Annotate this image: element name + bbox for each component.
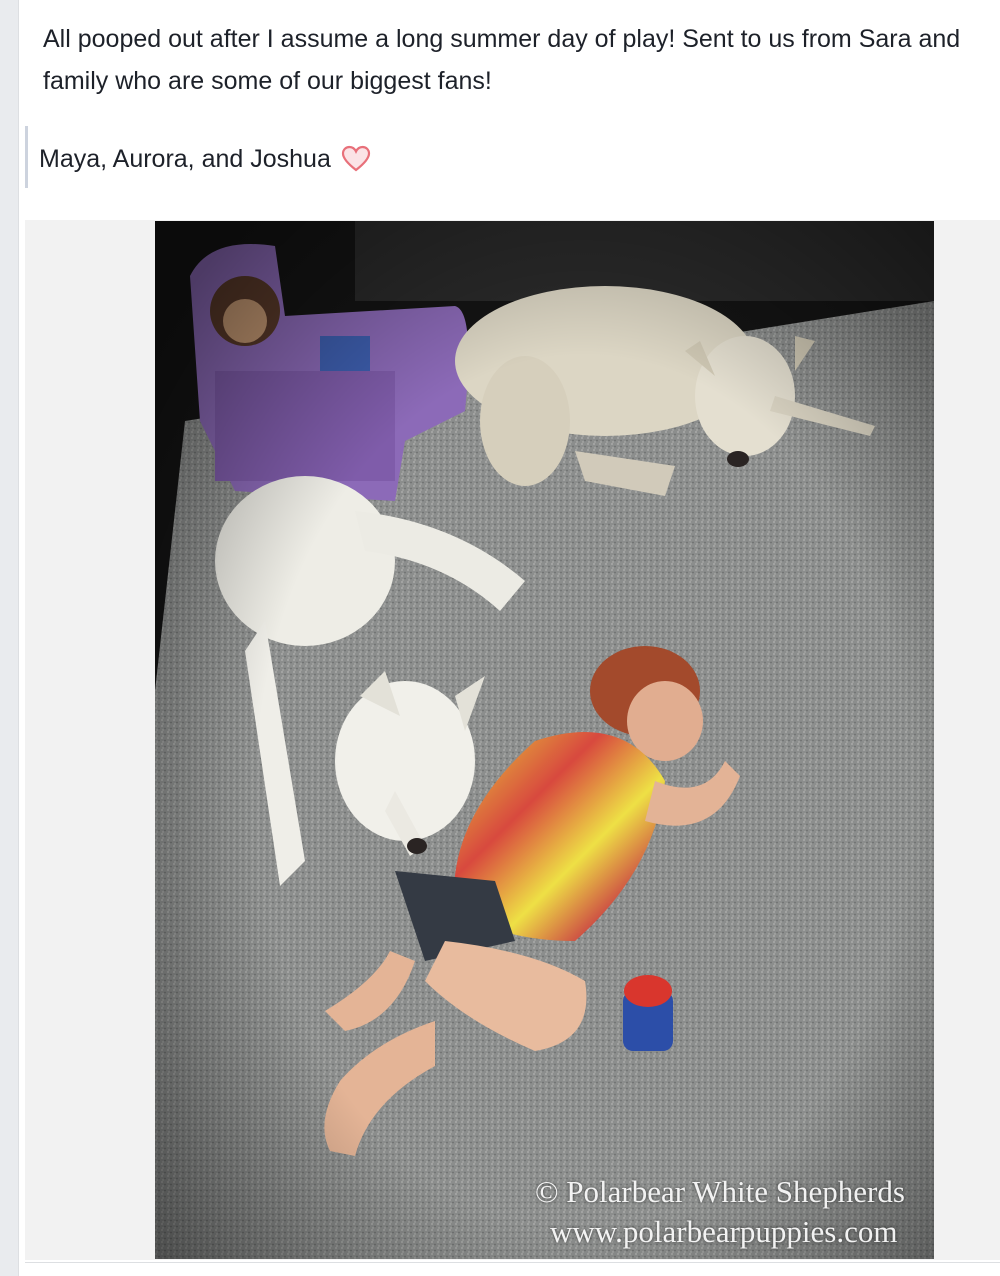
watermark-line-1: © Polarbear White Shepherds [535,1174,905,1209]
quote-names: Maya, Aurora, and Joshua [39,145,331,173]
post-text: All pooped out after I assume a long sum… [43,25,961,95]
watermark-line-2: www.polarbearpuppies.com [550,1214,898,1249]
quote-bar [25,126,28,188]
divider [25,1262,1000,1263]
post-photo[interactable] [155,221,934,1259]
heart-icon [341,145,371,185]
quote-text: Maya, Aurora, and Joshua [39,139,371,185]
